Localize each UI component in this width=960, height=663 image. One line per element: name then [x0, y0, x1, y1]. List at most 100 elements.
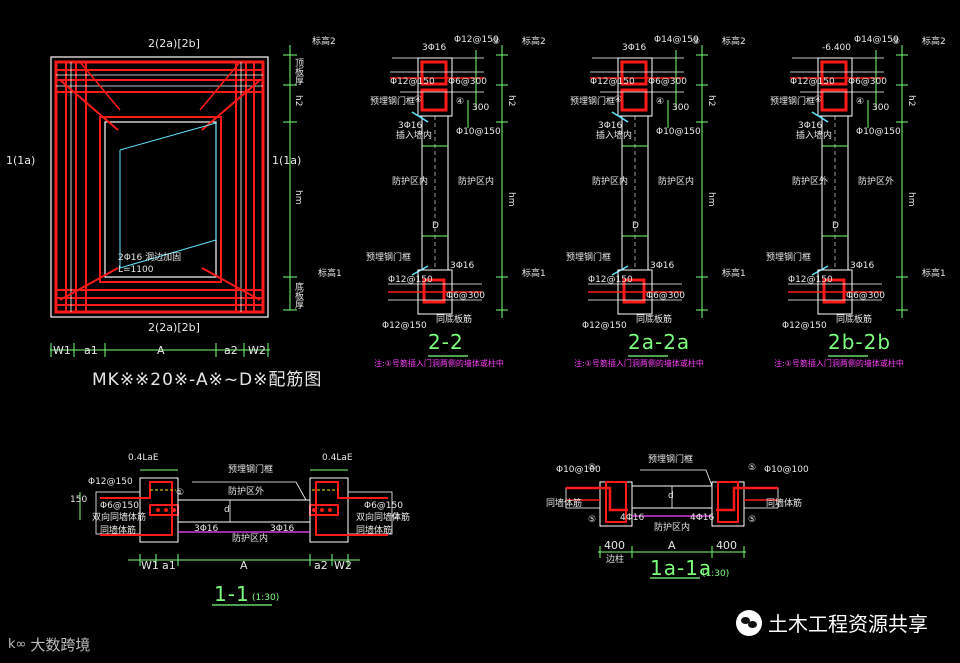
plan1a-circ-1: ⑤: [588, 463, 597, 473]
elev-hm: hm: [293, 190, 303, 205]
watermark: 土木工程资源共享: [736, 608, 928, 637]
plan1-circ-1: ①: [176, 488, 185, 498]
watermark-text: 土木工程资源共享: [768, 612, 928, 636]
sec-top-mark: 3Φ16: [422, 43, 447, 53]
elevation-view: [50, 45, 297, 357]
sec-d: D: [632, 221, 639, 231]
sec-circ-3: ③: [692, 37, 701, 47]
sec-label-frame: 预埋钢门框: [370, 97, 416, 107]
plan1-dim-w1: W1: [141, 559, 159, 572]
elev-dim-w1: W1: [53, 344, 71, 357]
sec-bot-stirrup: Φ6@300: [646, 291, 685, 301]
sec-bot-3d16: 3Φ16: [850, 261, 875, 271]
sec-stirrup: Φ6@300: [648, 77, 687, 87]
plan1-inside-label: 防护区外: [228, 487, 265, 497]
brand: k∞ 大数跨境: [8, 634, 90, 655]
sec-dim-300: 300: [472, 103, 490, 113]
sec-bot-bar: Φ12@150: [788, 275, 833, 285]
sec-circ-4b: ④: [856, 97, 865, 107]
sec-level-top: 标高2: [522, 37, 546, 47]
plan1a-dim-right: 400: [716, 539, 737, 552]
elevation-title: MK※※20※-A※~D※配筋图: [92, 370, 323, 390]
elev-side-mark: 1(1a): [6, 154, 36, 167]
sec-label-wall: 插入墙内: [596, 131, 633, 141]
sec-bot-stirrup: Φ6@300: [846, 291, 885, 301]
plan1-height: 150: [70, 495, 88, 505]
elev-dim-a1: a1: [84, 344, 98, 357]
elev-dim-a: A: [157, 344, 165, 357]
sec-level-bottom: 标高1: [722, 269, 746, 279]
sec-note: 注:①号筋插入门洞两侧的墙体或柱中: [374, 359, 504, 368]
sec-circ-3: ③: [492, 37, 501, 47]
k-logo-icon: k∞: [8, 637, 27, 652]
sec-dim-300: 300: [872, 103, 890, 113]
plan1-top-label: 预埋钢门框: [228, 465, 274, 475]
elev-side-mark-right: 1(1a): [272, 154, 302, 167]
plan1-wall-right2: 同墙体筋: [356, 526, 393, 536]
sec-bot-label: 同底板筋: [636, 315, 673, 325]
plan1-title: 1-1: [214, 582, 250, 606]
sec-hm: hm: [506, 192, 516, 207]
plan1a-mid-2: 4Φ16: [690, 513, 715, 523]
sec-lower-frame: 预埋钢门框: [366, 253, 412, 263]
sec-bar3: Φ10@150: [656, 127, 701, 137]
sec-bot-bar2: Φ12@150: [782, 321, 827, 331]
plan1a-d: d: [668, 491, 674, 501]
plan1-dim-w2: W2: [334, 559, 352, 572]
plan1a-top-label: 预埋钢门框: [648, 455, 694, 465]
sec-label-frame: 预埋钢门框: [770, 97, 816, 107]
sec-bar3: Φ10@150: [856, 127, 901, 137]
elev-bar-note: 2Φ16 洞边加固: [118, 253, 182, 263]
plan1-dim-a: A: [240, 559, 248, 572]
sec-circ-4b: ④: [456, 97, 465, 107]
plan1a-pillar: 边柱: [606, 555, 625, 565]
sec-circ-4a: ④: [814, 95, 823, 105]
plan1-bar-right: Φ6@150: [364, 501, 403, 511]
sec-bar2: Φ12@150: [590, 77, 635, 87]
sec-label-3d16: 3Φ16: [598, 121, 623, 131]
elev-bottom-slab: 底板厚: [293, 282, 303, 309]
plan1a-dim-left: 400: [604, 539, 625, 552]
sec-bot-3d16: 3Φ16: [450, 261, 475, 271]
sec-inside-right: 防护区外: [858, 177, 895, 187]
sec-circ-4a: ④: [414, 95, 423, 105]
sec-d: D: [832, 221, 839, 231]
plan1a-wall-right: 同墙体筋: [766, 499, 803, 509]
plan1-dim-a2: a2: [314, 559, 328, 572]
elev-top-mark: 2(2a)[2b]: [148, 37, 200, 50]
sec-label-3d16: 3Φ16: [798, 121, 823, 131]
sec-hm: hm: [706, 192, 716, 207]
sec-inside-left: 防护区外: [792, 177, 829, 187]
plan1-bar-left: Φ12@150: [88, 477, 133, 487]
sec-inside-left: 防护区内: [592, 177, 629, 187]
plan1-below-label: 防护区内: [232, 534, 269, 544]
sec-bot-3d16: 3Φ16: [650, 261, 675, 271]
plan1-lae-right: 0.4LaE: [322, 453, 353, 463]
sec-h2: h2: [906, 95, 916, 107]
sec-bot-label: 同底板筋: [836, 315, 873, 325]
section-2-2: [388, 45, 508, 357]
elev-dim-a2: a2: [224, 344, 238, 357]
sec-label-frame: 预埋钢门框: [570, 97, 616, 107]
plan1-circ-2: ②: [392, 512, 401, 522]
sec-d: D: [432, 221, 439, 231]
plan1-bar-3d16-right: 3Φ16: [270, 524, 295, 534]
sec-lower-frame: 预埋钢门框: [566, 253, 612, 263]
sec-bot-bar2: Φ12@150: [382, 321, 427, 331]
sec-note: 注:①号筋插入门洞两侧的墙体或柱中: [574, 359, 704, 368]
sec-h2: h2: [706, 95, 716, 107]
elev-bar-length: L=1100: [118, 265, 154, 275]
plan1a-dim-a: A: [668, 539, 676, 552]
section-views: [388, 45, 908, 357]
sec-level-bottom: 标高1: [522, 269, 546, 279]
section-2b-2b: [788, 45, 908, 357]
sec-inside-right: 防护区内: [458, 177, 495, 187]
plan1a-scale: (1:30): [702, 569, 730, 579]
sec-note: 注:①号筋插入门洞两侧的墙体或柱中: [774, 359, 904, 368]
sec-level-top: 标高2: [722, 37, 746, 47]
sec-level-bottom: 标高1: [922, 269, 946, 279]
sec-bar3: Φ10@150: [456, 127, 501, 137]
wechat-icon: [736, 609, 762, 636]
elev-level-1: 标高1: [318, 269, 342, 279]
plan1-scale: (1:30): [252, 593, 280, 603]
